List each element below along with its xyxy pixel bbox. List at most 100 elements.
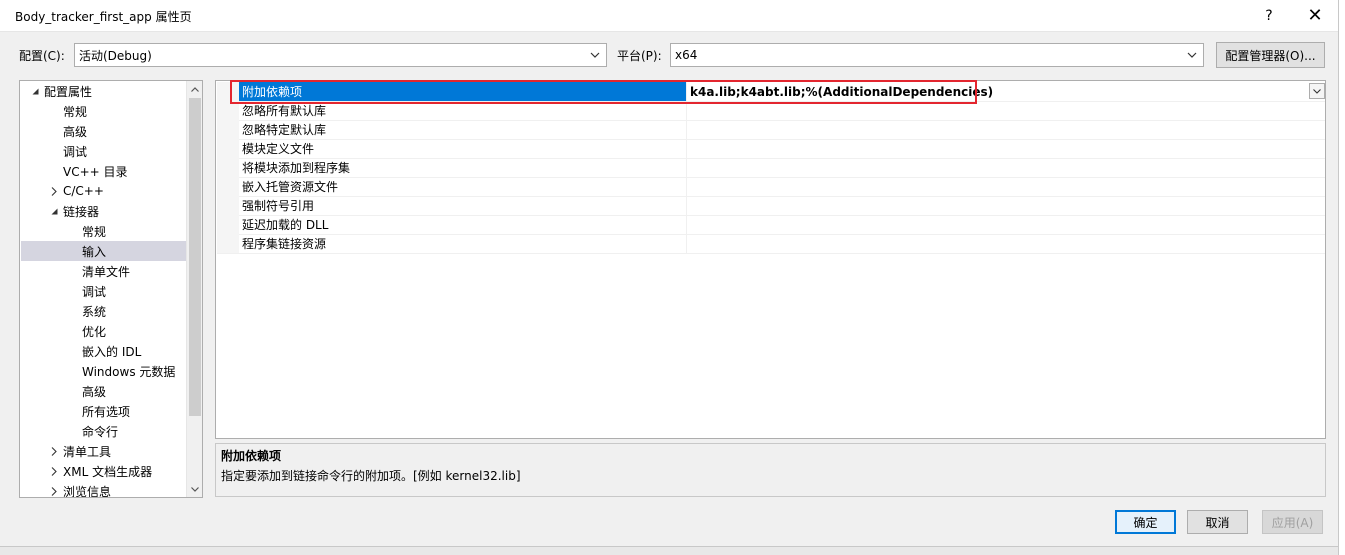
tree-item-label: 浏览信息 xyxy=(63,484,112,498)
grid-row[interactable]: 程序集链接资源 xyxy=(217,234,1325,254)
apply-button[interactable]: 应用(A) xyxy=(1262,510,1323,534)
grid-property-value[interactable] xyxy=(687,196,1305,215)
description-panel: 附加依赖项 指定要添加到链接命令行的附加项。[例如 kernel32.lib] xyxy=(215,443,1326,497)
collapsed-arrow-icon[interactable] xyxy=(48,446,60,456)
collapsed-arrow-icon[interactable] xyxy=(48,486,60,496)
grid-row-gutter xyxy=(217,101,239,120)
grid-row[interactable]: 嵌入托管资源文件 xyxy=(217,177,1325,197)
tree-item-label: 配置属性 xyxy=(44,84,93,99)
config-label: 配置(C): xyxy=(19,49,65,63)
background-editor-strip xyxy=(0,546,1338,555)
tree-item-label: 命令行 xyxy=(82,424,119,439)
scroll-up-icon[interactable] xyxy=(187,81,202,97)
config-select[interactable]: 活动(Debug) xyxy=(74,43,607,67)
tree-item[interactable]: VC++ 目录 xyxy=(21,161,187,181)
value-dropdown-button[interactable] xyxy=(1309,83,1325,99)
grid-property-name[interactable]: 强制符号引用 xyxy=(239,196,687,215)
grid-property-value[interactable]: k4a.lib;k4abt.lib;%(AdditionalDependenci… xyxy=(687,82,1305,101)
title-bar: Body_tracker_first_app 属性页 ? ✕ xyxy=(0,0,1338,32)
tree-item[interactable]: 优化 xyxy=(21,321,187,341)
grid-row[interactable]: 将模块添加到程序集 xyxy=(217,158,1325,178)
tree-item-label: 清单文件 xyxy=(82,264,131,279)
property-grid: 附加依赖项 k4a.lib;k4abt.lib;%(AdditionalDepen… xyxy=(215,80,1326,439)
grid-property-name[interactable]: 模块定义文件 xyxy=(239,139,687,158)
tree-item-label: 优化 xyxy=(82,324,107,339)
grid-row-gutter xyxy=(217,120,239,139)
tree-item[interactable]: 链接器 xyxy=(21,201,187,221)
grid-property-name[interactable]: 延迟加载的 DLL xyxy=(239,215,687,234)
tree-item[interactable]: 高级 xyxy=(21,381,187,401)
tree-item[interactable]: 输入 xyxy=(21,241,187,261)
tree-item[interactable]: 常规 xyxy=(21,101,187,121)
grid-property-name[interactable]: 忽略所有默认库 xyxy=(239,101,687,120)
tree-item-label: Windows 元数据 xyxy=(82,364,176,379)
tree-item[interactable]: 清单文件 xyxy=(21,261,187,281)
tree-item[interactable]: 常规 xyxy=(21,221,187,241)
tree-item[interactable]: 高级 xyxy=(21,121,187,141)
grid-property-name[interactable]: 程序集链接资源 xyxy=(239,234,687,253)
tree-item[interactable]: C/C++ xyxy=(21,181,187,201)
expanded-arrow-icon[interactable] xyxy=(29,88,41,95)
scroll-down-icon[interactable] xyxy=(187,481,202,497)
grid-property-name[interactable]: 将模块添加到程序集 xyxy=(239,158,687,177)
grid-row[interactable]: 延迟加载的 DLL xyxy=(217,215,1325,235)
scrollbar-thumb[interactable] xyxy=(189,98,201,416)
grid-row-gutter xyxy=(217,196,239,215)
help-icon: ? xyxy=(1265,7,1273,24)
tree-item[interactable]: 浏览信息 xyxy=(21,481,187,498)
grid-property-value[interactable] xyxy=(687,139,1305,158)
grid-row-gutter xyxy=(217,215,239,234)
tree-item-label: 高级 xyxy=(82,384,107,399)
ok-button[interactable]: 确定 xyxy=(1115,510,1176,534)
grid-property-value[interactable] xyxy=(687,158,1305,177)
tree-item-label: XML 文档生成器 xyxy=(63,464,153,479)
expanded-arrow-icon[interactable] xyxy=(48,208,60,215)
tree-item[interactable]: 调试 xyxy=(21,141,187,161)
grid-row[interactable]: 忽略所有默认库 xyxy=(217,101,1325,121)
collapsed-arrow-icon[interactable] xyxy=(48,466,60,476)
grid-property-name[interactable]: 嵌入托管资源文件 xyxy=(239,177,687,196)
tree-item[interactable]: Windows 元数据 xyxy=(21,361,187,381)
tree-item[interactable]: 系统 xyxy=(21,301,187,321)
tree-item-label: 常规 xyxy=(63,104,88,119)
tree-item[interactable]: 清单工具 xyxy=(21,441,187,461)
grid-row-gutter xyxy=(217,177,239,196)
tree-item-label: VC++ 目录 xyxy=(63,164,128,179)
grid-property-name[interactable]: 附加依赖项 xyxy=(239,82,687,101)
grid-row[interactable]: 附加依赖项 k4a.lib;k4abt.lib;%(AdditionalDepen… xyxy=(217,82,1325,102)
tree-item-label: 链接器 xyxy=(63,204,100,219)
cancel-button[interactable]: 取消 xyxy=(1187,510,1248,534)
tree-item[interactable]: 嵌入的 IDL xyxy=(21,341,187,361)
tree-item[interactable]: XML 文档生成器 xyxy=(21,461,187,481)
grid-property-value[interactable] xyxy=(687,234,1305,253)
tree-item-label: 嵌入的 IDL xyxy=(82,344,142,359)
help-button[interactable]: ? xyxy=(1246,0,1292,31)
tree-item-label: 调试 xyxy=(63,144,88,159)
tree-item-label: 系统 xyxy=(82,304,107,319)
tree-item[interactable]: 命令行 xyxy=(21,421,187,441)
grid-row-gutter xyxy=(217,82,239,101)
tree-item[interactable]: 所有选项 xyxy=(21,401,187,421)
grid-row-gutter xyxy=(217,158,239,177)
grid-row[interactable]: 模块定义文件 xyxy=(217,139,1325,159)
platform-select[interactable]: x64 xyxy=(670,43,1204,67)
chevron-down-icon xyxy=(1185,47,1199,63)
chevron-down-icon xyxy=(588,47,602,63)
grid-row[interactable]: 强制符号引用 xyxy=(217,196,1325,216)
grid-row[interactable]: 忽略特定默认库 xyxy=(217,120,1325,140)
config-manager-button[interactable]: 配置管理器(O)... xyxy=(1216,42,1325,68)
grid-row-gutter xyxy=(217,234,239,253)
grid-property-value[interactable] xyxy=(687,101,1305,120)
collapsed-arrow-icon[interactable] xyxy=(48,186,60,196)
grid-property-value[interactable] xyxy=(687,120,1305,139)
grid-property-value[interactable] xyxy=(687,177,1305,196)
tree-item[interactable]: 调试 xyxy=(21,281,187,301)
config-select-value: 活动(Debug) xyxy=(79,48,152,63)
close-button[interactable]: ✕ xyxy=(1292,0,1338,31)
tree-item[interactable]: 配置属性 xyxy=(21,81,187,101)
grid-property-value[interactable] xyxy=(687,215,1305,234)
tree-item-label: 清单工具 xyxy=(63,444,112,459)
tree-scrollbar[interactable] xyxy=(186,81,202,497)
grid-property-name[interactable]: 忽略特定默认库 xyxy=(239,120,687,139)
property-tree: 配置属性 常规 高级 调试 VC++ 目录 C/C++ 链接器 常规 输入 清单文件 调试 系统 优化嵌… xyxy=(19,80,203,498)
